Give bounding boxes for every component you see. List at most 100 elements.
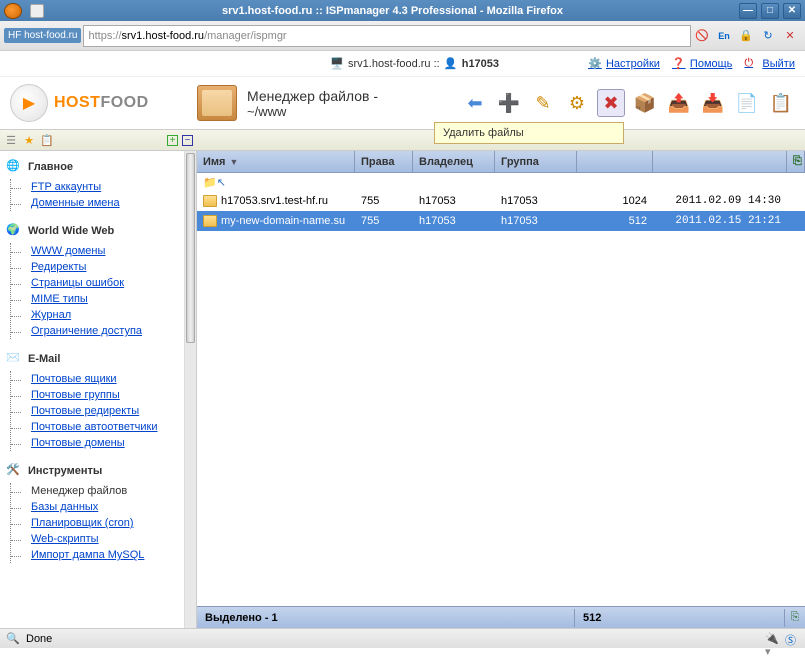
window-titlebar: srv1.host-food.ru :: ISPmanager 4.3 Prof… [0,0,805,21]
status-bar: Выделено - 1 512 ⎘ [197,606,805,628]
cell-owner: h17053 [413,213,495,229]
sidebar-item-access[interactable]: Ограничение доступа [19,323,184,339]
sidebar-group-main: 🌐Главное FTP аккаунты Доменные имена [0,151,184,215]
cell-size: 1024 [577,193,653,209]
help-icon: ❓ [672,57,686,71]
expand-all-icon[interactable]: + [167,135,178,146]
sidebar-item-journal[interactable]: Журнал [19,307,184,323]
status-text: Done [26,633,759,645]
sidebar-item-mailboxes[interactable]: Почтовые ящики [19,371,184,387]
sidebar-item-error-pages[interactable]: Страницы ошибок [19,275,184,291]
sidebar-item-mailgroups[interactable]: Почтовые группы [19,387,184,403]
folder-icon [203,215,217,227]
sidebar-head-main[interactable]: 🌐Главное [0,155,184,179]
logo[interactable]: HOSTFOOD [0,84,197,122]
edit-button[interactable]: ✎ [529,89,557,117]
status-export-icon[interactable]: ⎘ [785,611,805,624]
sidebar-item-ftp[interactable]: FTP аккаунты [19,179,184,195]
exit-link[interactable]: ⏻Выйти [744,57,795,71]
table-body: h17053.srv1.test-hf.ru755h17053h17053102… [197,191,805,606]
column-group[interactable]: Группа [495,151,577,172]
properties-button[interactable]: ⚙ [563,89,591,117]
site-identity-badge[interactable]: HF host-food.ru [4,28,81,43]
section-title: Менеджер файлов - [247,88,378,104]
cell-group: h17053 [495,213,577,229]
sidebar-item-autoresponders[interactable]: Почтовые автоответчики [19,419,184,435]
sidebar-scrollbar[interactable] [185,151,197,628]
clipboard-icon[interactable]: 📋 [40,133,54,147]
sidebar-item-mime[interactable]: MIME типы [19,291,184,307]
status-size: 512 [575,609,785,627]
adblock-icon[interactable]: 🚫 [694,28,710,44]
column-export[interactable]: ⎘ [787,151,805,172]
settings-link[interactable]: ⚙️Настройки [588,57,660,71]
cell-edge [787,219,805,223]
sidebar-item-cron[interactable]: Планировщик (cron) [19,515,184,531]
download-button[interactable]: 📥 [699,89,727,117]
table-header: Имя▼ Права Владелец Группа ⎘ [197,151,805,173]
cell-name: my-new-domain-name.su [197,213,355,229]
reload-button[interactable]: ↻ [760,28,776,44]
sidebar-head-www[interactable]: 🌍World Wide Web [0,219,184,243]
sidebar-item-databases[interactable]: Базы данных [19,499,184,515]
plugin-icon[interactable]: 🔌▾ [765,632,779,646]
new-button[interactable]: ➕ [495,89,523,117]
server-label: 🖥️ srv1.host-food.ru :: 👤 h17053 [330,57,499,71]
sidebar-group-www: 🌍World Wide Web WWW домены Редиректы Стр… [0,215,184,343]
sidebar-group-tools: 🛠️Инструменты Менеджер файлов Базы данны… [0,455,184,567]
sidebar-item-mysql-import[interactable]: Импорт дампа MySQL [19,547,184,563]
window-minimize-button[interactable]: — [739,3,757,19]
table-row[interactable]: my-new-domain-name.su755h17053h170535122… [197,211,805,231]
paste-button[interactable]: 📋 [767,89,795,117]
user-bar: 🖥️ srv1.host-food.ru :: 👤 h17053 ⚙️Настр… [0,51,805,77]
window-title: srv1.host-food.ru :: ISPmanager 4.3 Prof… [48,5,737,17]
url-input[interactable]: https://srv1.host-food.ru/manager/ispmgr [83,25,691,47]
sidebar-head-email[interactable]: ✉️E-Mail [0,347,184,371]
up-directory-row[interactable]: 📁↖ [197,173,805,191]
file-manager-header: Менеджер файлов - ~/www ⬅ ➕ ✎ ⚙ ✖ Удалит… [197,85,805,121]
window-maximize-button[interactable]: □ [761,3,779,19]
folder-icon [203,195,217,207]
help-link[interactable]: ❓Помощь [672,57,733,71]
column-permissions[interactable]: Права [355,151,413,172]
copy-button[interactable]: 📄 [733,89,761,117]
user-icon: 👤 [444,57,458,71]
tools-icon: 🛠️ [6,463,22,479]
window-menu-icon[interactable] [30,4,44,18]
window-close-button[interactable]: ✕ [783,3,801,19]
sidebar-item-domains[interactable]: Доменные имена [19,195,184,211]
script-blocker-icon[interactable]: Ⓢ [785,632,799,646]
sidebar-item-mailredirects[interactable]: Почтовые редиректы [19,403,184,419]
lang-flag-icon[interactable]: En [716,28,732,44]
sidebar-item-filemanager[interactable]: Менеджер файлов [19,483,184,499]
search-icon[interactable]: 🔍 [6,632,20,646]
column-owner[interactable]: Владелец [413,151,495,172]
sidebar-group-email: ✉️E-Mail Почтовые ящики Почтовые группы … [0,343,184,455]
sidebar-item-webscripts[interactable]: Web-скрипты [19,531,184,547]
browser-status-bar: 🔍 Done 🔌▾ Ⓢ [0,628,805,648]
globe-icon: 🌐 [6,159,22,175]
column-name[interactable]: Имя▼ [197,151,355,172]
browser-url-bar: HF host-food.ru https://srv1.host-food.r… [0,21,805,51]
sidebar-item-www-domains[interactable]: WWW домены [19,243,184,259]
table-row[interactable]: h17053.srv1.test-hf.ru755h17053h17053102… [197,191,805,211]
stop-button[interactable]: ✕ [782,28,798,44]
firefox-icon [4,3,22,19]
scrollbar-thumb[interactable] [186,153,195,343]
tree-view-icon[interactable]: ☰ [4,133,18,147]
column-size[interactable] [577,151,653,172]
collapse-all-icon[interactable]: − [182,135,193,146]
sidebar-item-maildomains[interactable]: Почтовые домены [19,435,184,451]
cell-permissions: 755 [355,213,413,229]
extract-button[interactable]: 📦 [631,89,659,117]
column-date[interactable] [653,151,787,172]
world-icon: 🌍 [6,223,22,239]
main-area: 🌐Главное FTP аккаунты Доменные имена 🌍Wo… [0,151,805,628]
back-button[interactable]: ⬅ [461,89,489,117]
favorite-icon[interactable]: ★ [22,133,36,147]
delete-button[interactable]: ✖ Удалить файлы [597,89,625,117]
sidebar-head-tools[interactable]: 🛠️Инструменты [0,459,184,483]
sidebar-item-redirects[interactable]: Редиректы [19,259,184,275]
cell-name: h17053.srv1.test-hf.ru [197,193,355,209]
upload-button[interactable]: 📤 [665,89,693,117]
